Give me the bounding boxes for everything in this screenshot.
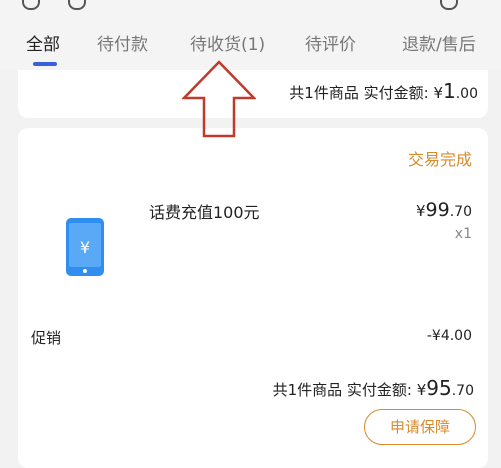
product-quantity: x1	[454, 226, 472, 242]
amount-decimal: .00	[455, 86, 478, 102]
status-icon	[440, 0, 458, 10]
tab-indicator	[33, 62, 57, 66]
tab-refund-after-sales[interactable]: 退款/售后	[402, 30, 476, 55]
product-price: ¥99.70	[416, 199, 472, 221]
phone-recharge-icon: ¥	[66, 218, 104, 276]
svg-text:¥: ¥	[80, 238, 90, 257]
amount-integer: 1	[443, 79, 456, 103]
currency-symbol: ¥	[416, 202, 426, 220]
tab-pending-review[interactable]: 待评价	[305, 30, 356, 55]
tab-pending-payment[interactable]: 待付款	[97, 30, 148, 55]
summary-label: 共1件商品 实付金额:	[272, 381, 412, 399]
status-bar-fragment	[0, 0, 501, 14]
amount-integer: 95	[426, 376, 452, 400]
apply-guarantee-button[interactable]: 申请保障	[364, 409, 476, 445]
amount-decimal: .70	[451, 383, 474, 399]
order-card[interactable]: 交易完成 ¥ 话费充值100元 ¥99.70 x1 促销 -¥4.00 共1件商…	[18, 128, 488, 468]
product-name[interactable]: 话费充值100元	[149, 199, 260, 223]
status-icon	[22, 0, 40, 10]
order-summary: 共1件商品 实付金额: ¥95.70	[273, 376, 474, 400]
tab-pending-receipt[interactable]: 待收货(1)	[190, 30, 265, 55]
status-icon	[68, 0, 86, 10]
tab-all[interactable]: 全部	[26, 30, 60, 55]
up-arrow-icon	[182, 60, 256, 138]
currency-symbol: ¥	[416, 381, 427, 399]
promo-value: -¥4.00	[426, 328, 472, 344]
currency-symbol: ¥	[433, 84, 443, 102]
promo-label: 促销	[31, 329, 62, 347]
price-integer: 99	[425, 199, 450, 221]
price-decimal: .70	[449, 204, 472, 220]
order-status: 交易完成	[407, 150, 472, 169]
summary-label: 共1件商品 实付金额:	[289, 84, 429, 102]
order-summary: 共1件商品 实付金额: ¥1.00	[289, 79, 478, 103]
